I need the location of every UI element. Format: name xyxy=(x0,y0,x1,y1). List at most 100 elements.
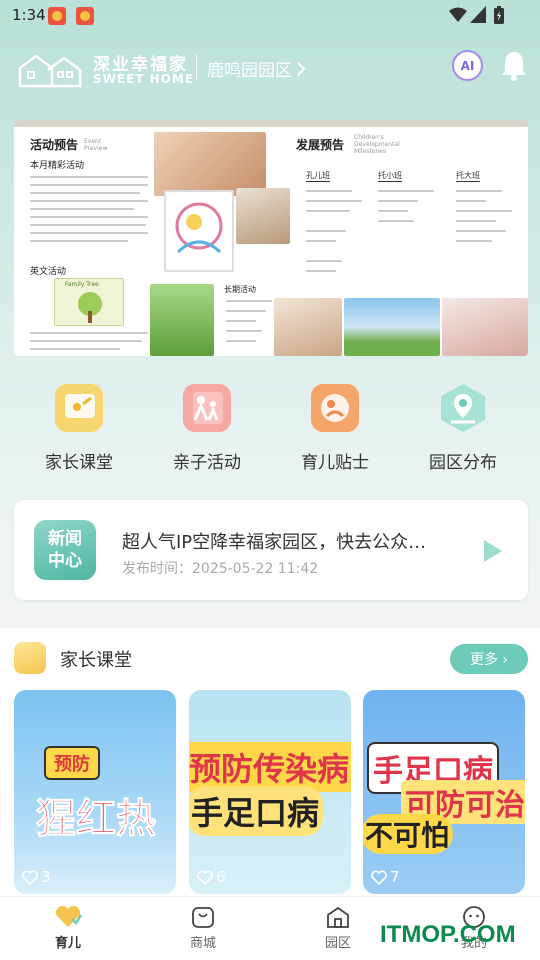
ai-label: AI xyxy=(460,58,475,73)
banner-text-line xyxy=(306,210,350,212)
banner-subheading: 英文活动 xyxy=(30,267,67,277)
course-tag: 预防 xyxy=(44,746,100,780)
child-photo xyxy=(154,132,266,196)
banner-text-line xyxy=(30,192,140,194)
category-label: 亲子活动 xyxy=(173,453,241,473)
news-date: 发布时间：2025-05-22 11:42 xyxy=(122,561,319,577)
nav-label: 商城 xyxy=(189,936,216,951)
crafts-photo xyxy=(442,298,528,356)
course-card[interactable]: 预防传染病 手足口病 6 xyxy=(189,690,351,894)
news-badge-line: 中心 xyxy=(48,551,82,571)
like-number: 7 xyxy=(390,868,400,886)
family-tree-card: Family Tree xyxy=(54,278,124,326)
bell-icon[interactable] xyxy=(500,50,528,82)
category-parenting-tips[interactable]: 育儿贴士 xyxy=(280,382,390,473)
classroom-icon xyxy=(55,384,103,432)
campus-name: 鹿鸣园园区 xyxy=(207,61,292,81)
course-title: 预防传染病 xyxy=(189,742,351,792)
family-icon xyxy=(183,384,231,432)
banner-text-line xyxy=(30,208,134,210)
shopping-bag-icon xyxy=(192,907,214,928)
map-pin-icon xyxy=(441,384,485,432)
banner-text-line xyxy=(456,210,512,212)
banner-text-line xyxy=(30,332,148,334)
course-subtitle: 不可怕 xyxy=(363,814,454,854)
tree-illustration xyxy=(78,292,102,323)
banner-text-line xyxy=(378,210,408,212)
section-classroom-icon xyxy=(14,642,46,674)
category-label: 家长课堂 xyxy=(45,453,113,473)
banner-top-strip xyxy=(14,120,528,127)
chevron-right-icon xyxy=(297,61,306,76)
banner-text-line xyxy=(30,184,148,186)
course-title: 猩红热 xyxy=(36,796,157,843)
nav-item-campus[interactable]: 园区 xyxy=(298,905,378,955)
news-card[interactable]: 新闻 中心 超人气IP空降幸福家园区，快去公众… 发布时间：2025-05-22… xyxy=(14,500,528,600)
heart-icon xyxy=(22,870,38,885)
banner-text-line xyxy=(226,320,256,322)
heart-icon xyxy=(371,870,387,885)
notification-app-icon xyxy=(76,7,94,25)
banner-activity-subtitle: Event Preview xyxy=(84,138,108,152)
category-parent-class[interactable]: 家长课堂 xyxy=(24,382,134,473)
status-bar: 1:34 xyxy=(0,0,540,32)
banner-column-title: 托大班 xyxy=(456,171,480,182)
promo-banner[interactable]: 活动预告 Event Preview 本月精彩活动 英文活动 Family Tr… xyxy=(14,120,528,356)
banner-development-subtitle: Children's Developmental Milestones xyxy=(354,134,400,155)
banner-text-line xyxy=(30,216,148,218)
watermark-text: ITMOP.COM xyxy=(380,921,516,948)
banner-text-line xyxy=(30,224,146,226)
heart-nav-icon xyxy=(55,905,82,927)
app-header: 深业幸福家 SWEET HOME 鹿鸣园园区 AI xyxy=(0,44,540,94)
children-photo xyxy=(236,188,290,244)
banner-text-line xyxy=(456,220,496,222)
play-icon[interactable] xyxy=(482,538,504,564)
banner-text-line xyxy=(306,200,362,202)
heart-icon xyxy=(197,870,213,885)
more-button[interactable]: 更多 › xyxy=(450,644,528,674)
course-subtitle: 手足口病 xyxy=(189,786,324,836)
banner-text-line xyxy=(30,348,120,350)
campus-selector[interactable]: 鹿鸣园园区 xyxy=(207,56,306,81)
classroom-photo xyxy=(274,298,342,356)
banner-column-title: 托小班 xyxy=(378,171,402,182)
banner-text-line xyxy=(30,232,148,234)
banner-text-line xyxy=(378,220,414,222)
notification-app-icon xyxy=(48,7,66,25)
signal-icon xyxy=(470,6,486,23)
banner-text-line xyxy=(226,300,272,302)
course-card[interactable]: 预防 猩红热 3 xyxy=(14,690,176,894)
nav-item-parenting[interactable]: 育儿 xyxy=(28,905,108,955)
nav-label: 园区 xyxy=(324,936,351,951)
wifi-icon xyxy=(449,7,467,22)
news-badge-line: 新闻 xyxy=(48,529,82,549)
drawing-illustration xyxy=(175,202,223,254)
nav-item-mall[interactable]: 商城 xyxy=(163,905,243,955)
banner-column-title: 孔儿班 xyxy=(306,171,330,182)
news-title: 超人气IP空降幸福家园区，快去公众… xyxy=(122,532,427,553)
category-campus-map[interactable]: 园区分布 xyxy=(408,382,518,473)
status-time: 1:34 xyxy=(12,6,46,24)
banner-text-line xyxy=(30,200,148,202)
banner-text-line xyxy=(30,176,148,178)
banner-text-line xyxy=(226,340,256,342)
section-title: 家长课堂 xyxy=(60,650,132,671)
course-card[interactable]: 手足口病 可防可治 不可怕 7 xyxy=(363,690,525,894)
banner-text-line xyxy=(378,190,434,192)
like-count: 6 xyxy=(197,868,226,886)
like-count: 7 xyxy=(371,868,400,886)
banner-text-line xyxy=(306,190,352,192)
banner-text-line xyxy=(30,240,128,242)
outdoor-photo xyxy=(150,284,214,356)
ai-assistant-button[interactable]: AI xyxy=(452,50,483,81)
banner-text-line xyxy=(456,200,486,202)
banner-text-line xyxy=(306,230,346,232)
banner-activity-title: 活动预告 xyxy=(30,138,79,152)
banner-text-line xyxy=(226,310,266,312)
banner-text-line xyxy=(456,190,502,192)
child-drawing-photo xyxy=(164,190,234,272)
like-number: 6 xyxy=(216,868,226,886)
building-icon xyxy=(327,906,349,928)
banner-text-line xyxy=(378,200,418,202)
category-family-activity[interactable]: 亲子活动 xyxy=(152,382,262,473)
